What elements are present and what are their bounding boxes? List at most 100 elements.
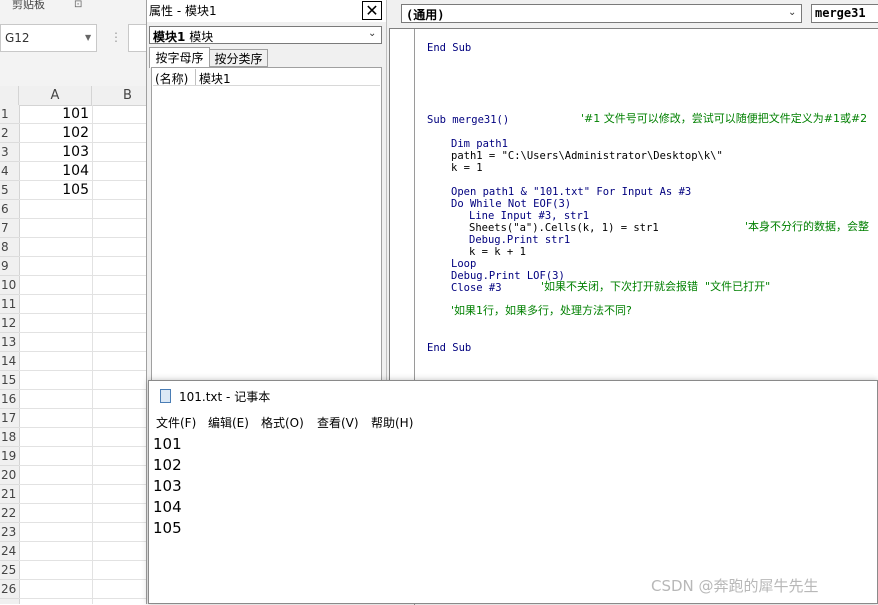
chevron-down-icon[interactable]: ⌄ xyxy=(368,28,376,39)
row-header[interactable]: 14 xyxy=(0,352,19,371)
tab-alphabetic[interactable]: 按字母序 xyxy=(149,47,210,68)
property-row[interactable]: (名称) 模块1 xyxy=(153,69,380,86)
menu-file[interactable]: 文件(F) xyxy=(156,414,196,431)
table-row xyxy=(19,523,146,542)
select-all-corner[interactable] xyxy=(0,86,19,105)
table-row xyxy=(19,200,146,219)
object-select-value: 模块1 模块 xyxy=(153,28,213,45)
code-line[interactable]: Line Input #3, str1 xyxy=(469,210,589,222)
notepad-menubar: 文件(F) 编辑(E) 格式(O) 查看(V) 帮助(H) xyxy=(149,411,877,433)
table-row: 105 xyxy=(19,181,146,200)
code-line[interactable]: Debug.Print str1 xyxy=(469,234,570,246)
table-row xyxy=(19,504,146,523)
table-row xyxy=(19,580,146,599)
cell-a5[interactable]: 105 xyxy=(19,181,89,200)
properties-titlebar[interactable]: 属性 - 模块1 ✕ xyxy=(147,0,387,22)
dialog-launcher-icon[interactable]: ⊡ xyxy=(74,0,84,10)
table-row xyxy=(19,333,146,352)
row-header[interactable]: 26 xyxy=(0,580,19,599)
row-header[interactable]: 10 xyxy=(0,276,19,295)
table-row xyxy=(19,561,146,580)
code-comment[interactable]: '本身不分行的数据，会整 xyxy=(745,221,869,233)
row-header[interactable]: 15 xyxy=(0,371,19,390)
menu-edit[interactable]: 编辑(E) xyxy=(208,414,249,431)
column-header[interactable]: B xyxy=(92,86,146,105)
property-value[interactable]: 模块1 xyxy=(199,70,231,87)
column-header-row: A B xyxy=(0,86,146,106)
code-line[interactable]: Dim path1 xyxy=(451,138,508,150)
row-header[interactable]: 17 xyxy=(0,409,19,428)
clipboard-group-label: 剪贴板 xyxy=(12,0,45,11)
code-line[interactable]: End Sub xyxy=(427,42,471,54)
code-line[interactable]: Loop xyxy=(451,258,476,270)
notepad-titlebar[interactable]: 101.txt - 记事本 xyxy=(149,381,877,411)
text-line: 104 xyxy=(153,498,182,516)
row-header[interactable]: 25 xyxy=(0,561,19,580)
code-line[interactable]: Do While Not EOF(3) xyxy=(451,198,571,210)
code-line[interactable]: Sheets("a").Cells(k, 1) = str1 xyxy=(469,222,659,234)
property-grid: (名称) 模块1 xyxy=(151,67,382,387)
row-header[interactable]: 5 xyxy=(0,181,19,200)
tab-categorized[interactable]: 按分类序 xyxy=(210,49,268,67)
cell-a4[interactable]: 104 xyxy=(19,162,89,181)
row-header[interactable]: 19 xyxy=(0,447,19,466)
code-line[interactable]: path1 = "C:\Users\Administrator\Desktop\… xyxy=(451,150,723,162)
text-line: 101 xyxy=(153,435,182,453)
row-header[interactable]: 22 xyxy=(0,504,19,523)
code-comment[interactable]: '#1 文件号可以修改，尝试可以随便把文件定义为#1或#2 xyxy=(581,113,867,125)
row-header[interactable]: 12 xyxy=(0,314,19,333)
row-header[interactable]: 8 xyxy=(0,238,19,257)
table-row xyxy=(19,409,146,428)
code-line[interactable]: Open path1 & "101.txt" For Input As #3 xyxy=(451,186,691,198)
table-row xyxy=(19,542,146,561)
row-header[interactable]: 2 xyxy=(0,124,19,143)
cell-a2[interactable]: 102 xyxy=(19,124,89,143)
row-header[interactable]: 20 xyxy=(0,466,19,485)
text-line: 105 xyxy=(153,519,182,537)
table-row: 101 xyxy=(19,105,146,124)
row-header[interactable]: 9 xyxy=(0,257,19,276)
cell-a3[interactable]: 103 xyxy=(19,143,89,162)
column-header[interactable]: A xyxy=(19,86,92,105)
code-line[interactable]: Sub merge31() xyxy=(427,114,509,126)
row-header[interactable]: 3 xyxy=(0,143,19,162)
close-icon[interactable]: ✕ xyxy=(362,1,382,20)
code-line[interactable]: End Sub xyxy=(427,342,471,354)
code-line[interactable]: Close #3 xyxy=(451,282,502,294)
row-header[interactable]: 4 xyxy=(0,162,19,181)
row-header[interactable]: 18 xyxy=(0,428,19,447)
code-line[interactable]: k = 1 xyxy=(451,162,483,174)
row-header[interactable]: 7 xyxy=(0,219,19,238)
cell-a1[interactable]: 101 xyxy=(19,105,89,124)
table-row xyxy=(19,447,146,466)
table-row xyxy=(19,295,146,314)
row-header[interactable]: 21 xyxy=(0,485,19,504)
comment-text: '#1 文件号可以修改，尝试可以随便把文件定义为#1或#2 xyxy=(581,112,868,125)
code-comment[interactable]: '如果不关闭，下次打开就会报错 "文件已打开" xyxy=(541,281,770,293)
table-row xyxy=(19,219,146,238)
row-header[interactable]: 13 xyxy=(0,333,19,352)
formula-input[interactable] xyxy=(128,24,146,52)
row-header[interactable]: 1 xyxy=(0,105,19,124)
chevron-down-icon[interactable]: ⌄ xyxy=(788,7,796,18)
row-header[interactable]: 6 xyxy=(0,200,19,219)
code-line[interactable]: k = k + 1 xyxy=(469,246,526,258)
menu-help[interactable]: 帮助(H) xyxy=(371,414,413,431)
row-header[interactable]: 24 xyxy=(0,542,19,561)
table-row: 104 xyxy=(19,162,146,181)
menu-format[interactable]: 格式(O) xyxy=(261,414,304,431)
object-combo[interactable]: (通用) ⌄ xyxy=(401,4,802,23)
name-box[interactable]: G12 ▼ xyxy=(0,24,97,52)
row-header[interactable]: 11 xyxy=(0,295,19,314)
table-row xyxy=(19,485,146,504)
more-icon: ⋮ xyxy=(110,30,122,44)
row-header[interactable]: 23 xyxy=(0,523,19,542)
code-comment[interactable]: '如果1行，如果多行，处理方法不同? xyxy=(451,305,632,317)
watermark: CSDN @奔跑的犀牛先生 xyxy=(651,577,819,595)
menu-view[interactable]: 查看(V) xyxy=(317,414,359,431)
row-header[interactable]: 16 xyxy=(0,390,19,409)
procedure-combo[interactable]: merge31 xyxy=(811,4,878,23)
object-select[interactable]: 模块1 模块 ⌄ xyxy=(149,26,382,44)
chevron-down-icon[interactable]: ▼ xyxy=(85,33,91,42)
text-line: 102 xyxy=(153,456,182,474)
